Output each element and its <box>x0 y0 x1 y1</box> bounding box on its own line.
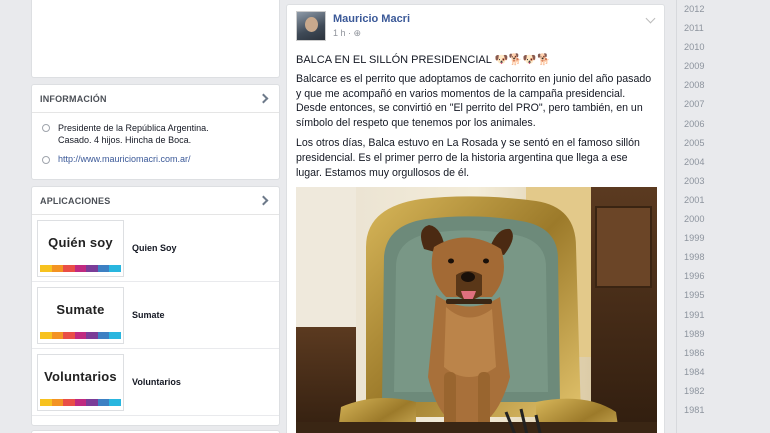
info-section: INFORMACIÓN Presidente de la República A… <box>31 84 280 180</box>
app-list: Quién soy Quien Soy Sumate Sumate Voluntario… <box>32 215 279 416</box>
stripe-segment <box>86 398 98 406</box>
info-icon <box>42 124 50 132</box>
globe-icon: · ⊕ <box>348 28 362 38</box>
app-thumbnail-text: Voluntarios <box>44 368 117 384</box>
apps-header[interactable]: APLICACIONES <box>32 187 279 215</box>
timeline-year[interactable]: 1999 <box>677 229 770 248</box>
stripe-segment <box>97 398 110 406</box>
stripe-segment <box>86 264 98 272</box>
timeline-year[interactable]: 1995 <box>677 286 770 305</box>
stripe-segment <box>97 331 110 339</box>
app-thumbnail[interactable]: Quién soy <box>37 219 124 277</box>
post-card: Mauricio Macri 1 h · ⊕ BALCA EN EL SILLÓ… <box>286 4 665 433</box>
info-about: Presidente de la República Argentina. Ca… <box>58 123 209 145</box>
timeline-years: 2012 2011 2010 2009 2008 2007 2006 2005 2004 2003… <box>676 0 770 433</box>
timeline-year[interactable]: 1984 <box>677 363 770 382</box>
timeline-year[interactable]: 2007 <box>677 95 770 114</box>
app-label[interactable]: Voluntarios <box>132 377 181 387</box>
post-photo[interactable] <box>296 187 657 433</box>
info-website-row: http://www.mauriciomacri.com.ar/ <box>32 154 279 164</box>
post-title: BALCA EN EL SILLÓN PRESIDENCIAL 🐶🐕🐶🐕 <box>296 53 655 66</box>
timeline-year[interactable]: 1981 <box>677 401 770 420</box>
post-title-text: BALCA EN EL SILLÓN PRESIDENCIAL <box>296 54 492 66</box>
globe-icon <box>42 156 50 164</box>
stripe-segment <box>40 264 52 272</box>
timeline-year[interactable]: 1996 <box>677 267 770 286</box>
timeline-year[interactable]: 1989 <box>677 325 770 344</box>
timeline-year[interactable]: 2003 <box>677 172 770 191</box>
website-link[interactable]: http://www.mauriciomacri.com.ar/ <box>58 154 191 164</box>
post-author[interactable]: Mauricio Macri <box>333 13 410 25</box>
post-time[interactable]: 1 h <box>333 28 346 38</box>
chevron-right-icon[interactable] <box>258 195 269 206</box>
stripe-segment <box>86 331 98 339</box>
stripe-segment <box>109 264 122 272</box>
stripe-segment <box>74 398 87 406</box>
profile-card-top <box>31 0 280 78</box>
stripe-segment <box>51 331 64 339</box>
stripe-segment <box>63 398 75 406</box>
app-thumbnail-text: Quién soy <box>48 234 113 250</box>
timeline-year[interactable]: 2006 <box>677 115 770 134</box>
stripe-segment <box>97 264 110 272</box>
chevron-right-icon[interactable] <box>258 93 269 104</box>
post-paragraph-2: Los otros días, Balca estuvo en La Rosad… <box>296 137 640 179</box>
color-stripe <box>40 398 122 406</box>
app-row[interactable]: Voluntarios Voluntarios <box>32 349 279 416</box>
stripe-segment <box>74 331 87 339</box>
app-thumbnail[interactable]: Voluntarios <box>37 353 124 411</box>
info-title: INFORMACIÓN <box>40 93 107 104</box>
stripe-segment <box>40 331 52 339</box>
app-label[interactable]: Sumate <box>132 310 165 320</box>
timeline-year[interactable]: 2001 <box>677 191 770 210</box>
post-header: Mauricio Macri 1 h · ⊕ <box>296 11 655 45</box>
stripe-segment <box>109 398 122 406</box>
timeline-year[interactable]: 2008 <box>677 76 770 95</box>
stripe-segment <box>63 331 75 339</box>
stripe-segment <box>109 331 122 339</box>
timeline-year[interactable]: 2010 <box>677 38 770 57</box>
apps-section: APLICACIONES Quién soy Quien Soy Sumate Sum… <box>31 186 280 426</box>
timeline-year[interactable]: 2009 <box>677 57 770 76</box>
post-title-emoji: 🐶🐕🐶🐕 <box>494 54 552 66</box>
app-label[interactable]: Quien Soy <box>132 243 177 253</box>
dog-on-chair-image <box>296 187 657 433</box>
stripe-segment <box>40 398 52 406</box>
app-thumbnail[interactable]: Sumate <box>37 286 124 344</box>
stripe-segment <box>63 264 75 272</box>
timeline-year[interactable]: 1986 <box>677 344 770 363</box>
app-row[interactable]: Sumate Sumate <box>32 282 279 349</box>
timeline-year[interactable]: 1982 <box>677 382 770 401</box>
color-stripe <box>40 331 122 339</box>
app-thumbnail-text: Sumate <box>56 301 105 317</box>
timeline-year[interactable]: 1991 <box>677 306 770 325</box>
post-paragraph-1: Balcarce es el perrito que adoptamos de … <box>296 73 652 129</box>
timeline-year[interactable]: 2011 <box>677 19 770 38</box>
timeline-year[interactable]: 2012 <box>677 0 770 19</box>
avatar[interactable] <box>296 11 326 41</box>
timeline-year[interactable]: 2005 <box>677 134 770 153</box>
app-row[interactable]: Quién soy Quien Soy <box>32 215 279 282</box>
stripe-segment <box>51 398 64 406</box>
color-stripe <box>40 264 122 272</box>
left-column: INFORMACIÓN Presidente de la República A… <box>31 0 280 433</box>
timeline-year[interactable]: 2000 <box>677 210 770 229</box>
stripe-segment <box>74 264 87 272</box>
post-header-text: Mauricio Macri 1 h · ⊕ <box>333 13 410 39</box>
apps-title: APLICACIONES <box>40 195 111 206</box>
stripe-segment <box>51 264 64 272</box>
info-about-row: Presidente de la República Argentina. Ca… <box>32 122 279 146</box>
timeline-year[interactable]: 1998 <box>677 248 770 267</box>
timeline-year[interactable]: 2004 <box>677 153 770 172</box>
post-meta: 1 h · ⊕ <box>333 28 410 39</box>
info-header[interactable]: INFORMACIÓN <box>32 85 279 113</box>
